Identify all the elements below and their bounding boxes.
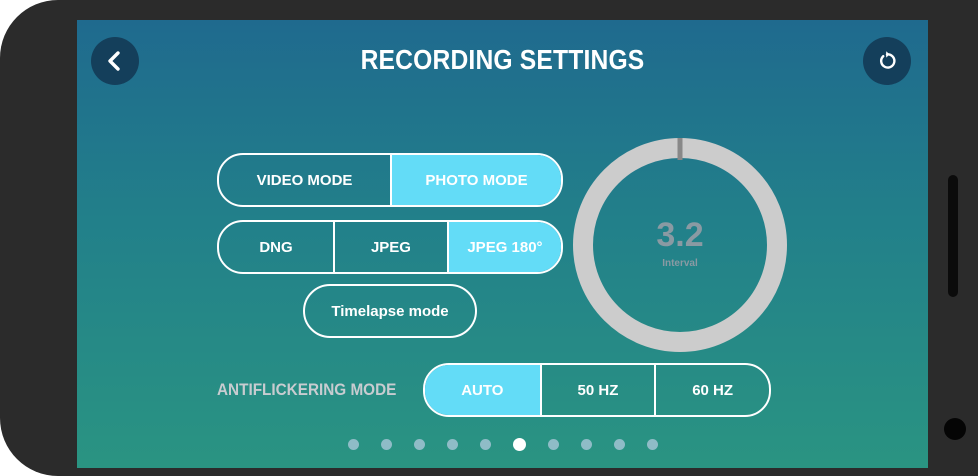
- dng-option[interactable]: DNG: [219, 222, 333, 272]
- jpeg-180-option[interactable]: JPEG 180°: [446, 222, 561, 272]
- photo-mode-option[interactable]: PHOTO MODE: [390, 155, 561, 205]
- page-title: RECORDING SETTINGS: [360, 44, 645, 75]
- interval-dial-marker: [677, 138, 683, 160]
- page-dot[interactable]: [646, 439, 658, 450]
- antiflickering-label: ANTIFLICKERING MODE: [217, 380, 397, 399]
- timelapse-mode-button[interactable]: Timelapse mode: [303, 284, 477, 338]
- antiflickering-selector: AUTO 50 HZ 60 HZ: [423, 363, 771, 417]
- phone-side-button: [948, 175, 958, 297]
- mode-selector: VIDEO MODE PHOTO MODE: [217, 153, 563, 207]
- page-dot[interactable]: [446, 439, 458, 450]
- page-indicator: [77, 438, 928, 451]
- page-dot-active[interactable]: [512, 438, 526, 451]
- reset-icon: [880, 51, 896, 69]
- interval-caption: Interval: [662, 258, 698, 269]
- page-dot[interactable]: [347, 439, 359, 450]
- video-mode-option[interactable]: VIDEO MODE: [219, 155, 390, 205]
- antiflicker-auto-option[interactable]: AUTO: [425, 365, 540, 415]
- antiflicker-60hz-option[interactable]: 60 HZ: [654, 365, 769, 415]
- app-screen: RECORDING SETTINGS VIDEO MODE PHOTO MODE…: [77, 20, 928, 468]
- jpeg-option[interactable]: JPEG: [332, 222, 447, 272]
- page-dot[interactable]: [580, 439, 592, 450]
- page-dot[interactable]: [613, 439, 625, 450]
- antiflicker-50hz-option[interactable]: 50 HZ: [539, 365, 655, 415]
- page-dot[interactable]: [380, 439, 392, 450]
- page-dot[interactable]: [547, 439, 559, 450]
- phone-frame: RECORDING SETTINGS VIDEO MODE PHOTO MODE…: [0, 0, 978, 476]
- format-selector: DNG JPEG JPEG 180°: [217, 220, 563, 274]
- reset-button[interactable]: [863, 37, 911, 85]
- page-dot[interactable]: [479, 439, 491, 450]
- phone-camera: [944, 418, 966, 440]
- interval-value: 3.2: [656, 216, 704, 254]
- chevron-left-icon: [108, 51, 120, 71]
- page-dot[interactable]: [413, 439, 425, 450]
